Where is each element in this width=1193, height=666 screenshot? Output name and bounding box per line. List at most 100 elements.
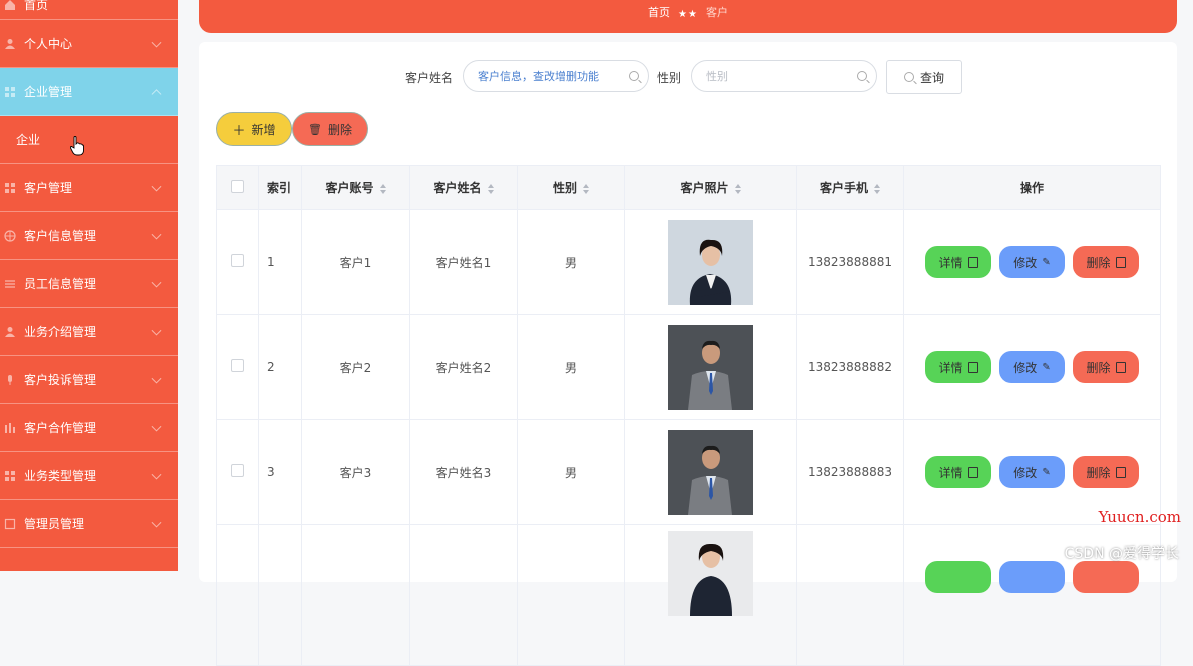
search-icon xyxy=(857,71,867,81)
detail-button[interactable]: 详情 xyxy=(925,246,991,278)
cell-index: 2 xyxy=(258,314,302,420)
sidebar-item-label: 客户合作管理 xyxy=(24,421,97,435)
sort-icon[interactable] xyxy=(487,183,494,194)
delete-button-label: 删除 xyxy=(327,122,352,137)
row-select-cell[interactable] xyxy=(216,524,259,666)
column-header-phone[interactable]: 客户手机 xyxy=(796,165,904,210)
chevron-down-icon xyxy=(151,229,162,240)
gender-label: 性别 xyxy=(657,71,682,85)
delete-button[interactable]: 删除 xyxy=(1073,246,1139,278)
column-header-name[interactable]: 客户姓名 xyxy=(409,165,518,210)
column-header-photo[interactable]: 客户照片 xyxy=(624,165,797,210)
square-icon xyxy=(4,518,16,529)
column-label: 客户账号 xyxy=(325,181,374,195)
edit-button[interactable]: 修改 ✎ xyxy=(999,456,1065,488)
cell-gender: 男 xyxy=(517,209,625,315)
cell-actions: 详情 修改 ✎ 删除 xyxy=(903,314,1161,420)
table-row xyxy=(216,524,1161,666)
sidebar-item-customer[interactable]: 客户管理 xyxy=(0,164,178,212)
pencil-icon: ✎ xyxy=(1042,256,1051,268)
cell-name: 客户姓名3 xyxy=(409,419,518,525)
chevron-down-icon xyxy=(151,325,162,336)
detail-label: 详情 xyxy=(938,360,963,375)
column-header-index: 索引 xyxy=(258,165,302,210)
cell-actions: 详情 修改 ✎ 删除 xyxy=(903,209,1161,315)
cell-photo xyxy=(624,524,797,666)
detail-label: 详情 xyxy=(938,255,963,270)
column-header-gender[interactable]: 性别 xyxy=(517,165,625,210)
query-button[interactable]: 查询 xyxy=(886,60,962,94)
sort-icon[interactable] xyxy=(379,183,386,194)
cell-phone: 13823888882 xyxy=(796,314,904,420)
row-select-cell[interactable] xyxy=(216,209,259,315)
batch-delete-button[interactable]: 🗑 删除 xyxy=(292,112,368,146)
trash-icon xyxy=(1115,256,1126,268)
sidebar-item-business-type[interactable]: 业务类型管理 xyxy=(0,452,178,500)
cell-phone xyxy=(796,524,904,666)
chevron-down-icon xyxy=(151,277,162,288)
delete-button[interactable] xyxy=(1073,561,1139,593)
grid-icon xyxy=(5,470,15,481)
edit-button[interactable] xyxy=(999,561,1065,593)
cell-index: 1 xyxy=(258,209,302,315)
sidebar-item-enterprise[interactable]: 企业管理 xyxy=(0,68,178,116)
sidebar-item-customer-info[interactable]: 客户信息管理 xyxy=(0,212,178,260)
breadcrumb-separator: ★★ xyxy=(678,9,698,20)
select-all-checkbox[interactable] xyxy=(231,179,244,193)
table-row: 1 客户1 客户姓名1 男 13823888881 详情 修改 ✎ 删除 xyxy=(216,209,1161,315)
column-label: 客户照片 xyxy=(680,181,729,195)
delete-button[interactable]: 删除 xyxy=(1073,456,1139,488)
row-checkbox[interactable] xyxy=(231,254,244,267)
row-checkbox[interactable] xyxy=(231,359,244,372)
sidebar-item-admin[interactable]: 管理员管理 xyxy=(0,500,178,548)
select-all-cell[interactable] xyxy=(216,165,259,210)
customer-photo xyxy=(668,219,753,305)
cell-gender: 男 xyxy=(517,419,625,525)
column-header-account[interactable]: 客户账号 xyxy=(301,165,410,210)
sort-icon[interactable] xyxy=(874,183,880,194)
sidebar-subitem-enterprise[interactable]: 企业 xyxy=(0,116,178,164)
sidebar-item-label: 客户管理 xyxy=(24,181,73,195)
trash-icon: 🗑 xyxy=(308,122,322,136)
cell-account: 客户1 xyxy=(301,209,410,315)
edit-button[interactable]: 修改 ✎ xyxy=(999,246,1065,278)
breadcrumb-home[interactable]: 首页 xyxy=(648,4,670,20)
table-header-row: 索引 客户账号 客户姓名 性别 客户照片 客户手机 操作 xyxy=(216,165,1161,210)
detail-label: 详情 xyxy=(938,465,963,480)
detail-button[interactable] xyxy=(925,561,991,593)
sidebar-item-label: 业务介绍管理 xyxy=(24,325,97,339)
sidebar-item-personal[interactable]: 个人中心 xyxy=(0,20,178,68)
delete-button[interactable]: 删除 xyxy=(1073,351,1139,383)
sidebar-item-staff-info[interactable]: 员工信息管理 xyxy=(0,260,178,308)
sort-icon[interactable] xyxy=(734,183,741,194)
cell-photo xyxy=(624,314,797,420)
add-button[interactable]: ＋ 新增 xyxy=(216,112,292,146)
detail-button[interactable]: 详情 xyxy=(925,351,991,383)
document-icon xyxy=(967,361,978,373)
customer-photo xyxy=(668,429,753,515)
row-select-cell[interactable] xyxy=(216,419,259,525)
edit-button[interactable]: 修改 ✎ xyxy=(999,351,1065,383)
detail-button[interactable]: 详情 xyxy=(925,456,991,488)
sidebar-item-home[interactable]: 首页 xyxy=(0,0,178,20)
sidebar-item-cooperation[interactable]: 客户合作管理 xyxy=(0,404,178,452)
sort-icon[interactable] xyxy=(583,183,589,194)
column-label: 客户手机 xyxy=(819,181,868,195)
grid-icon xyxy=(5,86,15,97)
customer-name-input[interactable] xyxy=(463,60,649,92)
cell-account: 客户2 xyxy=(301,314,410,420)
sidebar-item-complaint[interactable]: 客户投诉管理 xyxy=(0,356,178,404)
cell-gender xyxy=(517,524,625,666)
cell-photo xyxy=(624,419,797,525)
column-label: 客户姓名 xyxy=(433,181,482,195)
sidebar-item-business-intro[interactable]: 业务介绍管理 xyxy=(0,308,178,356)
cell-account xyxy=(301,524,410,666)
delete-label: 删除 xyxy=(1086,360,1111,375)
row-checkbox[interactable] xyxy=(231,464,244,477)
author-watermark: CSDN @爱得学长 xyxy=(1064,546,1179,562)
customer-name-label: 客户姓名 xyxy=(405,71,454,85)
chevron-down-icon xyxy=(151,181,162,192)
row-select-cell[interactable] xyxy=(216,314,259,420)
table-row: 3 客户3 客户姓名3 男 13823888883 详情 修改 ✎ 删除 xyxy=(216,419,1161,525)
gender-input[interactable] xyxy=(691,60,877,92)
